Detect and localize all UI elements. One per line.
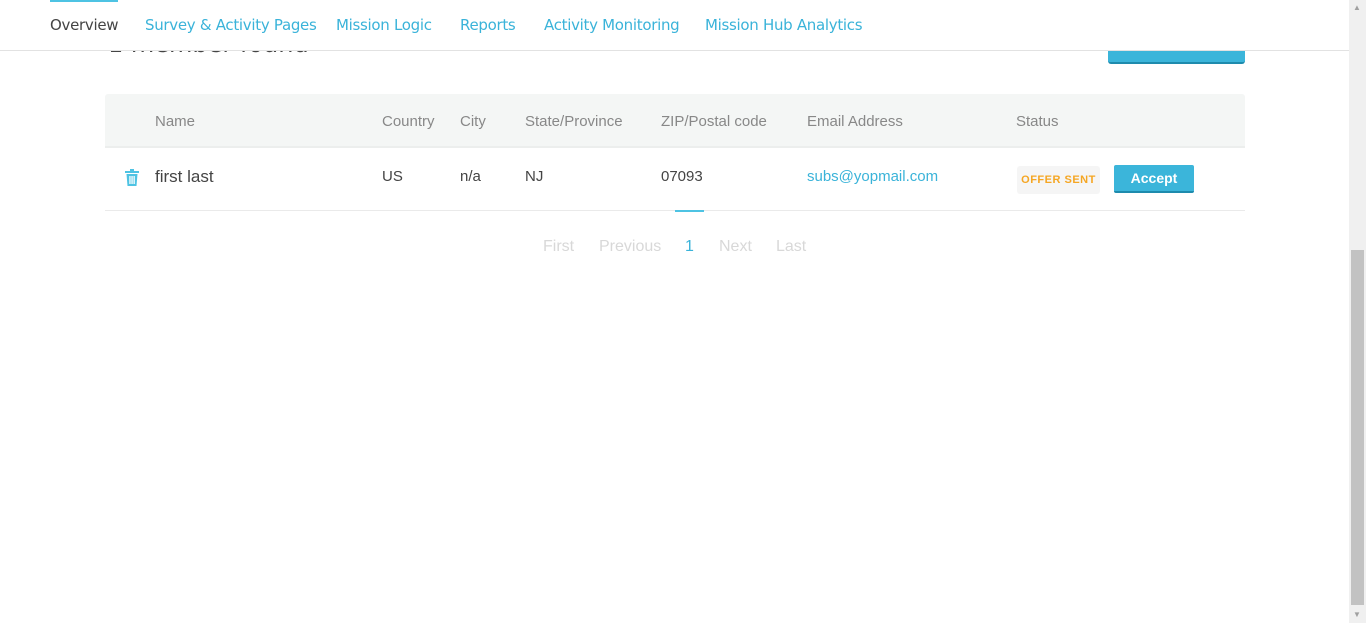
tab-reports[interactable]: Reports xyxy=(460,16,516,34)
vertical-scrollbar[interactable]: ▲ ▼ xyxy=(1349,0,1366,623)
pagination-page-1[interactable]: 1 xyxy=(685,238,694,256)
trash-icon[interactable] xyxy=(124,169,140,191)
member-name: first last xyxy=(155,167,214,186)
member-city: n/a xyxy=(460,168,481,185)
col-country: Country xyxy=(382,113,435,130)
col-email: Email Address xyxy=(807,113,903,130)
status-badge: OFFER SENT xyxy=(1017,166,1100,194)
pagination-previous[interactable]: Previous xyxy=(599,238,661,256)
accept-button[interactable]: Accept xyxy=(1114,165,1194,193)
member-email-link[interactable]: subs@yopmail.com xyxy=(807,168,938,185)
tab-survey-activity-pages[interactable]: Survey & Activity Pages xyxy=(145,16,317,34)
top-nav: Overview Survey & Activity Pages Mission… xyxy=(0,0,1349,51)
col-zip: ZIP/Postal code xyxy=(661,113,767,130)
table-row: first last US n/a NJ 07093 subs@yopmail.… xyxy=(105,148,1245,211)
col-state: State/Province xyxy=(525,113,623,130)
pagination-next[interactable]: Next xyxy=(719,238,752,256)
member-zip: 07093 xyxy=(661,168,703,185)
col-status: Status xyxy=(1016,113,1059,130)
tab-overview[interactable]: Overview xyxy=(50,0,119,34)
table-header: Name Country City State/Province ZIP/Pos… xyxy=(105,94,1245,148)
col-name: Name xyxy=(155,113,196,130)
member-country: US xyxy=(382,168,403,185)
scroll-down-icon[interactable]: ▼ xyxy=(1353,610,1361,619)
tab-mission-hub-analytics[interactable]: Mission Hub Analytics xyxy=(705,16,863,34)
tab-activity-monitoring[interactable]: Activity Monitoring xyxy=(544,16,680,34)
pagination-first[interactable]: First xyxy=(543,238,574,256)
scroll-up-icon[interactable]: ▲ xyxy=(1353,3,1361,12)
col-city: City xyxy=(460,113,486,130)
member-state: NJ xyxy=(525,168,544,185)
scrollbar-thumb[interactable] xyxy=(1351,250,1364,605)
pagination-active-indicator xyxy=(675,210,704,212)
pagination-last[interactable]: Last xyxy=(776,238,806,256)
tab-mission-logic[interactable]: Mission Logic xyxy=(336,16,432,34)
